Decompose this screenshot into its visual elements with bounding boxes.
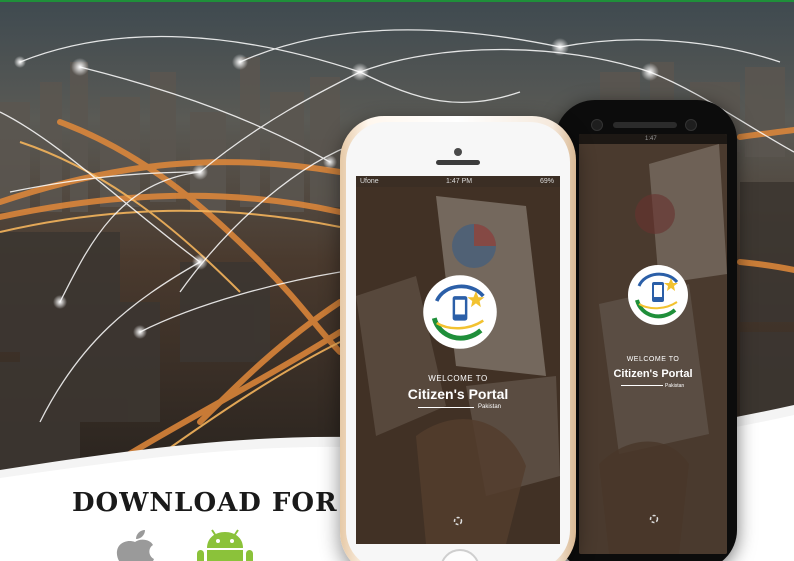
loading-spinner-icon <box>649 514 659 524</box>
promo-banner: DOWNLOAD FOR 1:47 WELCOME TO Citizen's P… <box>0 0 794 561</box>
android-phone-mockup: 1:47 WELCOME TO Citizen's Portal Pakista… <box>555 100 737 561</box>
status-time: 1:47 <box>645 136 657 142</box>
iphone-splash-screen: Ufone 1:47 PM 69% WELCOME TO Citizen's P… <box>356 176 560 544</box>
title-underline <box>418 407 474 408</box>
app-country: Pakistan <box>665 383 685 389</box>
app-name: Citizen's Portal <box>407 386 509 402</box>
welcome-text: WELCOME TO <box>626 356 680 363</box>
speaker-grille <box>613 122 677 128</box>
title-underline <box>621 385 663 386</box>
apple-icon[interactable] <box>106 528 164 561</box>
citizens-portal-logo <box>423 275 497 349</box>
office-background-photo <box>356 176 560 544</box>
loading-spinner-icon <box>453 516 463 526</box>
app-country: Pakistan <box>478 404 502 410</box>
android-splash-screen: 1:47 WELCOME TO Citizen's Portal Pakista… <box>579 134 727 554</box>
status-time: 1:47 PM <box>446 178 473 185</box>
status-bar: Ufone 1:47 PM 69% <box>356 176 560 187</box>
citizens-portal-logo <box>628 265 688 325</box>
earpiece <box>436 160 480 165</box>
app-name: Citizen's Portal <box>613 368 693 380</box>
front-camera <box>454 148 462 156</box>
status-battery: 69% <box>539 178 554 185</box>
download-heading: DOWNLOAD FOR <box>72 488 338 518</box>
android-icon[interactable] <box>192 528 258 561</box>
welcome-text: WELCOME TO <box>428 374 488 383</box>
sensor-dot <box>591 119 603 131</box>
office-background-photo <box>579 134 727 554</box>
status-bar: 1:47 <box>579 134 727 144</box>
iphone-mockup: Ufone 1:47 PM 69% WELCOME TO Citizen's P… <box>340 116 576 561</box>
front-camera <box>685 119 697 131</box>
status-carrier: Ufone <box>360 178 379 185</box>
